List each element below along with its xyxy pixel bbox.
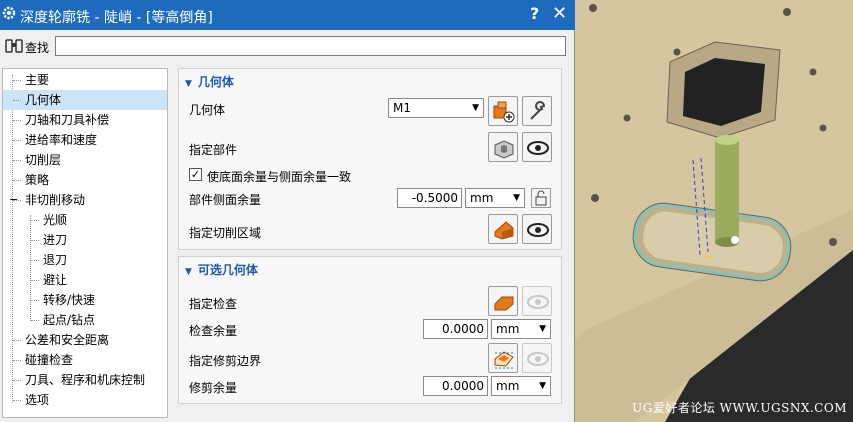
search-bar: 查找 — [0, 32, 575, 60]
navigation-tree: 主要 几何体 刀轴和刀具补偿 进给率和速度 切削层 策略 − 非切削移动 光顺 进刀 退刀 避让 转移/… — [2, 68, 168, 418]
tree-item[interactable]: 选项 — [3, 390, 167, 410]
display-part-button[interactable] — [522, 132, 552, 162]
tree-item-label: 转移/快速 — [43, 293, 96, 307]
tree-item-label: 刀轴和刀具补偿 — [25, 113, 110, 127]
lock-icon — [535, 190, 547, 206]
operation-dialog: 深度轮廓铣 - 陡峭 - [等高倒角] ? ✕ 查找 主要 几何体 刀轴和刀具补偿进… — [0, 0, 575, 422]
edit-geometry-button[interactable] — [522, 96, 552, 126]
collapse-toggle-icon[interactable]: − — [9, 190, 18, 210]
cut-area-label: 指定切削区域 — [189, 226, 262, 240]
tree-item-label: 起点/钻点 — [43, 313, 96, 327]
tree-item[interactable]: 进给率和速度 — [3, 130, 167, 150]
tree-item[interactable]: 转移/快速 — [3, 290, 167, 310]
tree-item[interactable]: 进刀 — [3, 230, 167, 250]
tree-item[interactable]: 刀轴和刀具补偿 — [3, 110, 167, 130]
tree-item-label: 切削层 — [25, 153, 62, 167]
check-geometry-icon — [494, 296, 514, 311]
tree-item-label: 退刀 — [43, 253, 68, 267]
optional-geometry-group: ▼ 可选几何体 指定检查 检查余量 0.0000 mm ▼ 指定修剪边界 修剪余… — [178, 256, 562, 404]
part-side-stock-input[interactable]: -0.5000 — [397, 188, 462, 208]
collapse-icon: ▼ — [185, 79, 192, 89]
model-view — [575, 0, 853, 422]
tree-item-label: 刀具、程序和机床控制 — [25, 373, 146, 387]
display-trim-boundary-button[interactable] — [522, 343, 552, 373]
geometry-group-header[interactable]: ▼ 几何体 — [185, 73, 234, 90]
tree-item[interactable]: 避让 — [3, 270, 167, 290]
wrench-icon — [530, 101, 546, 120]
new-geometry-button[interactable] — [488, 96, 518, 126]
trim-stock-input[interactable]: 0.0000 — [423, 376, 488, 396]
specify-trim-boundary-button[interactable] — [488, 343, 518, 373]
tree-item[interactable]: 刀具、程序和机床控制 — [3, 370, 167, 390]
stock-consistent-checkbox[interactable]: ✓ — [189, 168, 202, 181]
stock-consistent-label: 使底面余量与侧面余量一致 — [207, 170, 352, 184]
part-select-icon — [494, 140, 514, 159]
search-label: 查找 — [25, 41, 50, 55]
graphics-viewport[interactable]: UG爱好者论坛 WWW.UGSNX.COM — [575, 0, 853, 422]
specify-part-button[interactable] — [488, 132, 518, 162]
tree-item[interactable]: 退刀 — [3, 250, 167, 270]
chevron-down-icon: ▼ — [539, 381, 546, 391]
chevron-down-icon: ▼ — [539, 324, 546, 334]
specify-check-label: 指定检查 — [189, 297, 238, 311]
close-button[interactable]: ✕ — [552, 3, 567, 24]
tree-item[interactable]: 策略 — [3, 170, 167, 190]
search-input[interactable] — [55, 36, 566, 56]
tree-item-label: 策略 — [25, 173, 50, 187]
tree-item-label: 光顺 — [43, 213, 68, 227]
eye-icon — [527, 295, 549, 309]
display-cut-area-button[interactable] — [522, 214, 552, 244]
tree-item-label: 进刀 — [43, 233, 68, 247]
geometry-select[interactable]: M1 ▼ — [388, 98, 484, 118]
trim-stock-label: 修剪余量 — [189, 381, 238, 395]
tree-item-label: 碰撞检查 — [25, 353, 74, 367]
tree-item[interactable]: 公差和安全距离 — [3, 330, 167, 350]
tree-item[interactable]: − 非切削移动 — [3, 190, 167, 210]
specify-part-label: 指定部件 — [189, 143, 238, 157]
tree-item-label: 几何体 — [25, 93, 62, 107]
binoculars-icon — [5, 39, 23, 53]
chevron-down-icon: ▼ — [513, 193, 520, 203]
help-button[interactable]: ? — [530, 4, 539, 23]
eye-icon — [527, 141, 549, 155]
collapse-icon: ▼ — [185, 267, 192, 277]
check-stock-label: 检查余量 — [189, 324, 238, 338]
tree-item[interactable]: 几何体 — [3, 90, 167, 110]
tree-item-label: 非切削移动 — [25, 193, 86, 207]
geometry-label: 几何体 — [189, 103, 226, 117]
eye-icon — [527, 223, 549, 237]
check-stock-unit-select[interactable]: mm ▼ — [491, 319, 551, 339]
check-stock-input[interactable]: 0.0000 — [423, 319, 488, 339]
specify-cut-area-button[interactable] — [488, 214, 518, 244]
tree-item[interactable]: 起点/钻点 — [3, 310, 167, 330]
watermark: UG爱好者论坛 WWW.UGSNX.COM — [632, 401, 847, 415]
geometry-group: ▼ 几何体 几何体 M1 ▼ 指定部件 ✓ 使底面余量与侧面余量一致 部件侧面余… — [178, 68, 562, 250]
geometry-new-icon — [493, 101, 515, 123]
tree-item[interactable]: 碰撞检查 — [3, 350, 167, 370]
tree-item-label: 避让 — [43, 273, 68, 287]
tree-item-label: 公差和安全距离 — [25, 333, 110, 347]
eye-icon — [527, 352, 549, 366]
chevron-down-icon: ▼ — [472, 103, 479, 113]
cut-area-icon — [494, 221, 514, 240]
part-side-stock-unit-select[interactable]: mm ▼ — [465, 188, 525, 208]
tree-item[interactable]: 切削层 — [3, 150, 167, 170]
trim-boundary-icon — [494, 351, 514, 369]
title-bar[interactable]: 深度轮廓铣 - 陡峭 - [等高倒角] ? ✕ — [0, 0, 575, 30]
specify-check-button[interactable] — [488, 286, 518, 316]
optional-geometry-group-header[interactable]: ▼ 可选几何体 — [185, 261, 258, 278]
display-check-button[interactable] — [522, 286, 552, 316]
settings-panel: ▼ 几何体 几何体 M1 ▼ 指定部件 ✓ 使底面余量与侧面余量一致 部件侧面余… — [178, 68, 562, 418]
lock-button[interactable] — [531, 188, 551, 208]
part-side-stock-label: 部件侧面余量 — [189, 193, 262, 207]
tree-item[interactable]: 光顺 — [3, 210, 167, 230]
tree-item-label: 选项 — [25, 393, 50, 407]
trim-boundary-label: 指定修剪边界 — [189, 354, 262, 368]
tree-item-label: 进给率和速度 — [25, 133, 98, 147]
trim-stock-unit-select[interactable]: mm ▼ — [491, 376, 551, 396]
tree-item[interactable]: 主要 — [3, 70, 167, 90]
tree-item-label: 主要 — [25, 73, 50, 87]
gear-icon — [2, 6, 16, 20]
window-title: 深度轮廓铣 - 陡峭 - [等高倒角] — [20, 10, 213, 26]
